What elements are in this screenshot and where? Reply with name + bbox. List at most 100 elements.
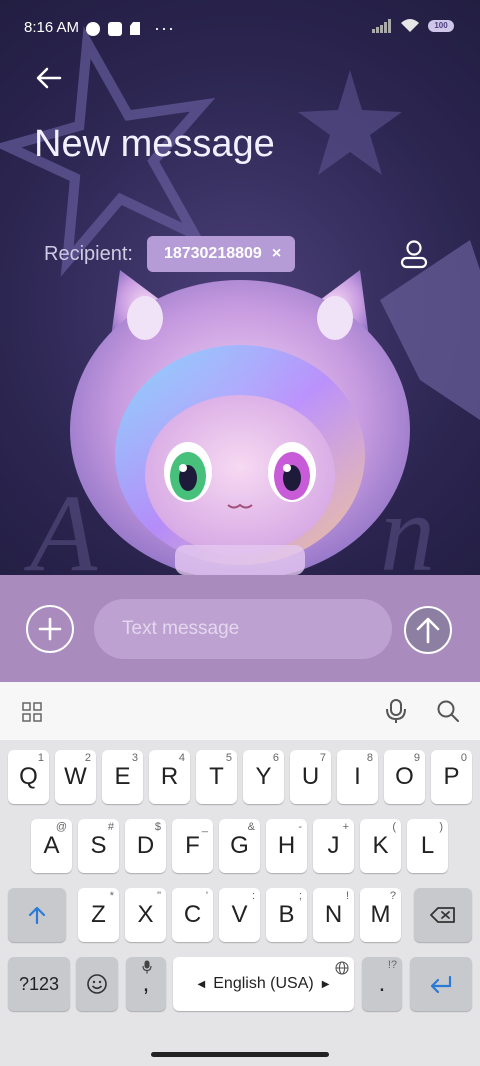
key-hint: : [251,890,255,902]
key-hint: 3 [131,752,138,764]
key-hint: _ [201,821,208,833]
key-label: J [327,832,340,859]
key-hint: 4 [178,752,185,764]
key-y[interactable]: Y6 [243,750,284,804]
key-hint: " [157,890,161,902]
key-o[interactable]: O9 [384,750,425,804]
enter-key[interactable] [410,957,472,1011]
space-key[interactable]: ◀ English (USA) ▶ [173,957,354,1011]
select-contact-button[interactable] [398,238,430,270]
key-v[interactable]: V: [219,888,260,942]
page-title: New message [34,123,275,165]
key-label: H [277,832,296,859]
comma-key[interactable]: , [126,957,166,1011]
key-g[interactable]: G & [219,819,260,873]
key-hint: ! [345,890,349,902]
key-label: Y [255,763,272,790]
key-label: B [278,901,295,928]
person-icon [400,240,428,269]
attach-button[interactable] [26,605,74,653]
symbols-key[interactable]: ?123 [8,957,70,1011]
key-d[interactable]: D $ [125,819,166,873]
key-label: P [443,763,460,790]
key-hint: ' [205,890,208,902]
shift-key[interactable] [8,888,66,942]
key-label: I [354,763,361,790]
key-label: M [370,901,391,928]
keyboard: ?123 , ◀ English (USA) ▶ . !? Q 1 W 2 E … [0,740,480,1046]
arrow-left-icon [36,67,62,89]
key-s[interactable]: S # [78,819,119,873]
key-label: K [372,832,389,859]
key-h[interactable]: H- [266,819,307,873]
system-icons: 100 [372,18,454,33]
voice-input-icon [142,960,152,974]
period-hint: !? [387,959,397,971]
emoji-key[interactable] [76,957,118,1011]
recipient-chip[interactable]: 18730218809 × [146,236,296,272]
key-a[interactable]: A @ [31,819,72,873]
key-r[interactable]: R4 [149,750,190,804]
remove-recipient-button[interactable]: × [272,245,281,263]
key-label: V [231,901,248,928]
globe-icon [335,961,349,975]
key-z[interactable]: Z * [78,888,119,942]
square-notification-icon [108,21,122,36]
message-input[interactable] [94,599,392,659]
wifi-icon [401,19,419,32]
key-label: Z [91,901,106,928]
key-hint: 8 [366,752,373,764]
key-t[interactable]: T5 [196,750,237,804]
key-label: G [230,832,249,859]
enter-icon [430,975,452,994]
key-j[interactable]: J + [313,819,354,873]
key-u[interactable]: U7 [290,750,331,804]
caret-right-icon: ▶ [321,978,330,990]
key-x[interactable]: X " [125,888,166,942]
signal-icon [372,18,391,33]
key-q[interactable]: Q1 [8,750,49,804]
key-i[interactable]: I8 [337,750,378,804]
status-bar: 8:16 AM ··· 100 [0,0,480,56]
navigation-bar [0,1046,480,1066]
key-label: C [183,901,202,928]
microphone-icon[interactable] [385,698,407,724]
key-label: S [90,832,107,859]
key-label: W [64,763,87,790]
home-handle[interactable] [151,1052,329,1057]
key-w[interactable]: W2 [55,750,96,804]
backspace-icon [430,907,455,923]
key-n[interactable]: N! [313,888,354,942]
key-k[interactable]: K( [360,819,401,873]
key-hint: 9 [413,752,420,764]
key-p[interactable]: P0 [431,750,472,804]
search-icon[interactable] [436,699,460,723]
key-hint: 5 [225,752,232,764]
key-hint: ) [439,821,443,833]
arrow-up-icon [416,617,440,644]
caret-left-icon: ◀ [197,978,206,990]
key-b[interactable]: B; [266,888,307,942]
space-language-label: English (USA) [213,975,314,992]
backspace-key[interactable] [414,888,472,942]
key-c[interactable]: C ' [172,888,213,942]
key-hint: 2 [84,752,91,764]
send-button[interactable] [404,606,452,654]
key-label: N [324,901,343,928]
emoji-icon [87,974,107,994]
notification-icons: ··· [86,18,175,39]
key-hint: ( [392,821,396,833]
recipient-label: Recipient: [44,242,133,265]
period-key[interactable]: . !? [362,957,402,1011]
key-f[interactable]: F _ [172,819,213,873]
recipient-row: Recipient: 18730218809 × [44,236,296,272]
compose-bar [0,575,480,682]
key-e[interactable]: E3 [102,750,143,804]
back-button[interactable] [34,64,66,92]
key-label: E [114,763,131,790]
key-m[interactable]: M? [360,888,401,942]
key-label: O [395,763,414,790]
apps-grid-icon[interactable] [22,702,42,722]
key-hint: @ [55,821,67,833]
key-l[interactable]: L) [407,819,448,873]
